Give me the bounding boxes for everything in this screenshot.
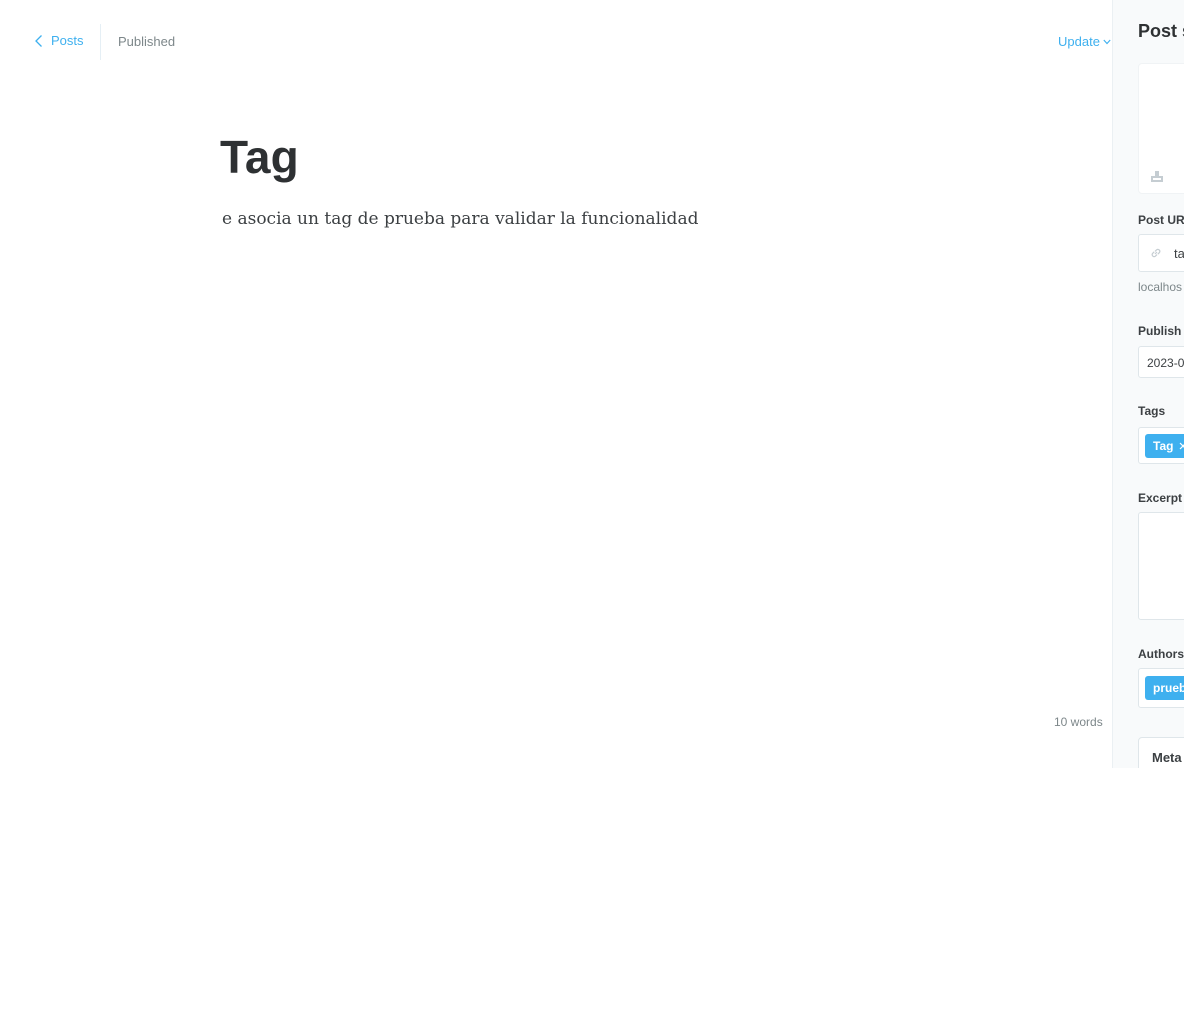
word-count: 10 words <box>1054 715 1103 729</box>
update-button-label: Update <box>1058 34 1100 49</box>
image-upload-icon <box>1151 171 1163 182</box>
excerpt-label: Excerpt <box>1138 491 1183 505</box>
tag-pill[interactable]: Tag <box>1145 434 1184 458</box>
back-to-posts-link[interactable]: Posts <box>34 33 84 48</box>
tags-input[interactable]: Tag <box>1138 427 1184 464</box>
post-settings-panel: Post s Post UR ta localhos Publish <box>1112 0 1184 768</box>
publish-date-value: 2023-0 <box>1147 356 1184 370</box>
update-button[interactable]: Update <box>1058 34 1111 49</box>
back-link-label: Posts <box>51 33 84 48</box>
editor-header: Posts Published Update <box>0 0 1112 84</box>
post-url-value: ta <box>1174 246 1184 261</box>
excerpt-textarea[interactable] <box>1138 512 1184 620</box>
post-url-hint: localhos <box>1138 280 1183 294</box>
meta-data-label: Meta <box>1152 750 1182 765</box>
link-icon <box>1151 248 1161 258</box>
author-pill[interactable]: prueb <box>1145 676 1184 700</box>
author-pill-label: prueb <box>1153 681 1184 695</box>
feature-image-upload[interactable] <box>1138 63 1184 194</box>
post-status: Published <box>118 34 176 49</box>
post-title[interactable]: Tag <box>220 130 299 184</box>
panel-title: Post s <box>1138 21 1184 41</box>
publish-date-input[interactable]: 2023-0 <box>1138 346 1184 378</box>
authors-label: Authors <box>1138 647 1184 661</box>
close-icon[interactable] <box>1179 442 1184 450</box>
post-editor: Posts Published Update Tag e asocia un t… <box>0 0 1184 768</box>
chevron-down-icon <box>1103 39 1111 44</box>
tags-label: Tags <box>1138 404 1166 418</box>
authors-input[interactable]: prueb <box>1138 668 1184 708</box>
meta-data-section[interactable]: Meta <box>1138 737 1184 768</box>
post-body[interactable]: e asocia un tag de prueba para validar l… <box>222 209 698 229</box>
post-url-label: Post UR <box>1138 213 1184 227</box>
post-url-input[interactable]: ta <box>1138 234 1184 272</box>
tag-pill-label: Tag <box>1153 439 1174 453</box>
header-divider <box>100 24 101 60</box>
chevron-left-icon <box>35 34 42 47</box>
publish-date-label: Publish <box>1138 324 1182 338</box>
